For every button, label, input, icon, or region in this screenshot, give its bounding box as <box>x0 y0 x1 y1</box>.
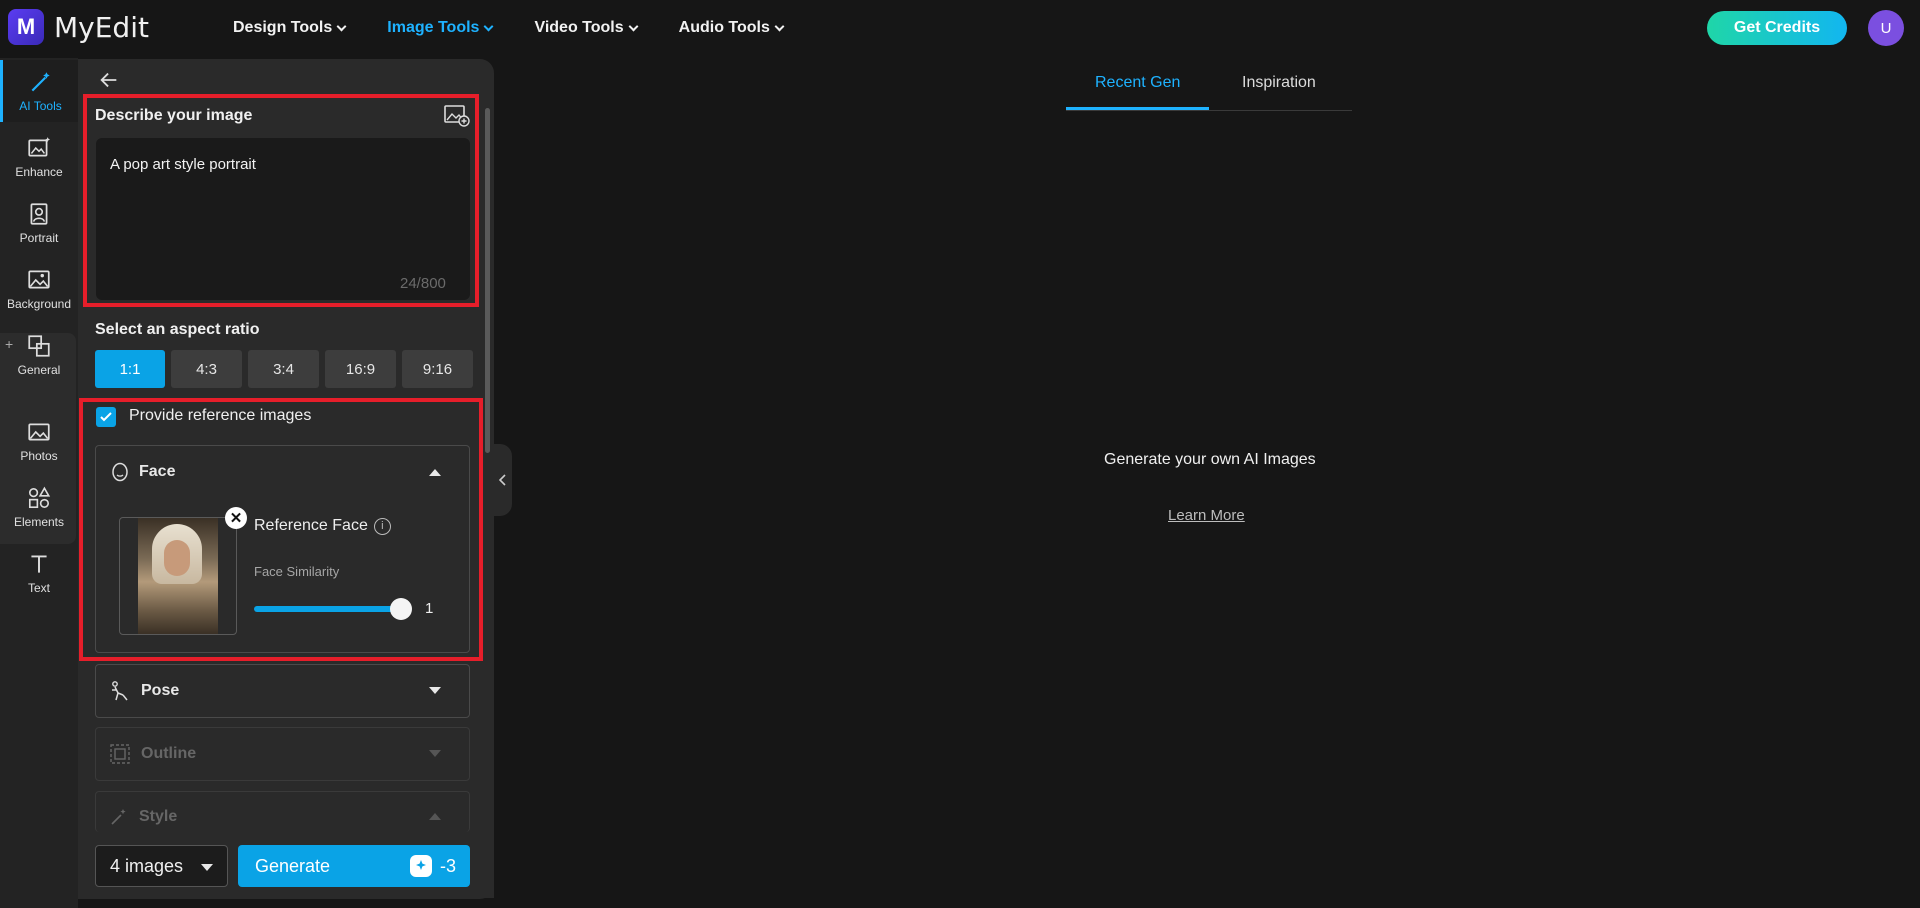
rail-label: Elements <box>13 515 65 529</box>
top-navigation-bar: M MyEdit Design Tools Image Tools Video … <box>0 0 1920 56</box>
image-upload-icon[interactable] <box>444 104 470 128</box>
enhance-image-icon <box>28 137 51 157</box>
app-logo[interactable]: M MyEdit <box>8 9 149 45</box>
chevron-down-icon <box>336 21 347 31</box>
reference-face-label: Reference Face <box>254 517 368 534</box>
nav-label: Video Tools <box>534 19 624 36</box>
tab-recent-gen[interactable]: Recent Gen <box>1095 74 1180 92</box>
tab-inspiration[interactable]: Inspiration <box>1242 74 1316 92</box>
app-name: MyEdit <box>54 10 149 44</box>
describe-title: Describe your image <box>95 107 253 124</box>
active-tab-underline <box>1066 107 1209 110</box>
text-icon <box>31 555 47 573</box>
image-count-value: 4 images <box>110 855 184 876</box>
panel-scrollbar[interactable] <box>485 108 490 453</box>
ratio-1-1-button[interactable]: 1:1 <box>95 350 165 388</box>
rail-item-ai-tools[interactable]: AI Tools <box>0 60 78 122</box>
rail-item-text[interactable]: Text <box>0 542 78 604</box>
generate-label: Generate <box>255 855 331 876</box>
nav-video-tools[interactable]: Video Tools <box>534 19 639 37</box>
rail-label: Photos <box>20 449 58 463</box>
style-title: Style <box>139 808 178 825</box>
rail-item-elements[interactable]: Elements <box>0 476 78 538</box>
ratio-16-9-button[interactable]: 16:9 <box>325 350 396 388</box>
nav-label: Audio Tools <box>678 19 770 36</box>
reference-images-label[interactable]: Provide reference images <box>129 407 311 425</box>
credit-icon <box>409 855 432 877</box>
slider-thumb[interactable] <box>390 598 412 620</box>
nav-label: Design Tools <box>233 19 333 36</box>
rail-item-photos[interactable]: Photos <box>0 410 78 472</box>
image-count-select[interactable]: 4 images <box>95 845 228 887</box>
chevron-left-icon <box>499 474 506 486</box>
style-wand-icon <box>111 809 126 825</box>
layers-icon <box>28 335 50 357</box>
photo-icon <box>28 423 50 441</box>
reference-face-row: Reference Face i <box>254 517 391 535</box>
face-accordion-header[interactable]: Face <box>111 462 175 482</box>
rail-label: Text <box>27 581 50 595</box>
chevron-down-icon <box>483 21 494 31</box>
generate-cost-value: -3 <box>439 855 456 876</box>
pose-icon <box>112 681 128 701</box>
rail-label: AI Tools <box>19 99 62 113</box>
aspect-ratio-title: Select an aspect ratio <box>95 321 260 338</box>
char-count: 24/800 <box>400 275 446 292</box>
outline-icon <box>110 744 130 764</box>
chevron-down-icon <box>774 21 785 31</box>
portrait-icon <box>30 203 48 225</box>
face-similarity-slider[interactable] <box>254 606 402 612</box>
expand-caret-icon[interactable] <box>429 687 441 694</box>
rail-item-general[interactable]: General <box>0 324 78 386</box>
nav-audio-tools[interactable]: Audio Tools <box>678 19 785 37</box>
reference-face-skin <box>164 540 190 576</box>
magic-wand-icon <box>31 72 50 92</box>
rail-item-portrait[interactable]: Portrait <box>0 192 78 254</box>
reference-images-checkbox[interactable] <box>96 407 116 427</box>
rail-label: General <box>17 363 61 377</box>
checkmark-icon <box>100 412 112 422</box>
logo-mark-icon: M <box>8 9 44 45</box>
nav-image-tools[interactable]: Image Tools <box>387 19 494 37</box>
remove-reference-button[interactable]: ✕ <box>225 507 247 529</box>
generate-cost: -3 <box>409 855 456 877</box>
face-title: Face <box>139 463 176 480</box>
collapse-caret-icon <box>429 813 441 820</box>
aspect-ratio-options: 1:1 4:3 3:4 16:9 9:16 <box>95 350 473 388</box>
main-nav: Design Tools Image Tools Video Tools Aud… <box>233 0 825 56</box>
nav-label: Image Tools <box>387 19 480 36</box>
collapse-caret-icon[interactable] <box>429 469 441 476</box>
ratio-3-4-button[interactable]: 3:4 <box>248 350 319 388</box>
empty-state-title: Generate your own AI Images <box>1104 451 1316 468</box>
get-credits-button[interactable]: Get Credits <box>1707 11 1847 45</box>
generate-button[interactable]: Generate -3 <box>238 845 470 887</box>
rail-label: Enhance <box>15 165 63 179</box>
expand-caret-icon <box>429 750 441 757</box>
outline-accordion-header: Outline <box>109 743 196 765</box>
background-icon <box>28 270 50 289</box>
info-icon[interactable]: i <box>373 517 391 535</box>
back-arrow-icon[interactable] <box>98 69 120 91</box>
outline-title: Outline <box>141 745 197 762</box>
panel-collapse-handle[interactable] <box>494 444 512 516</box>
rail-item-enhance[interactable]: Enhance <box>0 126 78 188</box>
pose-accordion-header[interactable]: Pose <box>109 680 179 702</box>
rail-label: Background <box>6 297 72 311</box>
shapes-icon <box>28 486 51 509</box>
avatar[interactable]: U <box>1868 10 1904 46</box>
chevron-down-icon <box>628 21 639 31</box>
ratio-4-3-button[interactable]: 4:3 <box>171 350 242 388</box>
face-icon <box>112 462 128 482</box>
nav-design-tools[interactable]: Design Tools <box>233 19 347 37</box>
pose-title: Pose <box>141 682 180 699</box>
style-accordion-header: Style <box>109 807 177 827</box>
learn-more-link[interactable]: Learn More <box>1168 507 1245 524</box>
rail-label: Portrait <box>19 231 59 245</box>
face-similarity-label: Face Similarity <box>254 564 340 579</box>
face-similarity-value: 1 <box>425 600 434 617</box>
rail-item-background[interactable]: Background <box>0 258 78 320</box>
dropdown-caret-icon <box>201 864 213 871</box>
ratio-9-16-button[interactable]: 9:16 <box>402 350 473 388</box>
